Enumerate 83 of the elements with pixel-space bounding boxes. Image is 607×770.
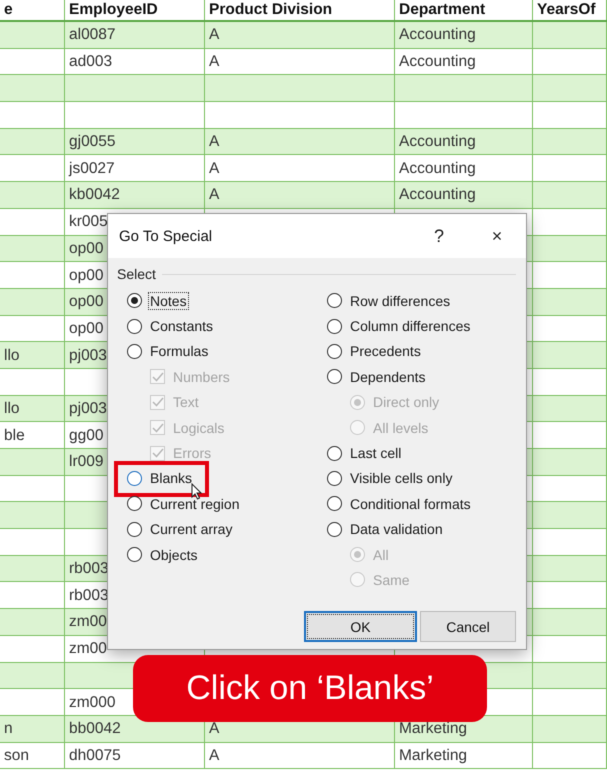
radio-button[interactable] [327, 496, 342, 512]
option-label[interactable]: Current region [148, 494, 242, 513]
table-cell: zm00 [69, 613, 107, 630]
help-button[interactable]: ? [410, 214, 468, 258]
table-cell: op00 [69, 240, 104, 257]
cancel-button[interactable]: Cancel [420, 611, 516, 642]
option-label[interactable]: Visible cells only [348, 469, 454, 488]
table-cell: llo [4, 346, 20, 364]
table-cell: A [209, 133, 220, 150]
table-cell: A [209, 746, 220, 764]
dialog-title: Go To Special [119, 228, 214, 244]
cursor-icon [191, 482, 202, 500]
table-cell: Marketing [399, 746, 468, 764]
table-cell: gj0055 [69, 133, 116, 150]
table-cell: kr005 [69, 213, 108, 230]
table-cell: son [4, 746, 29, 764]
option-label[interactable]: Dependents [348, 368, 428, 386]
radio-button[interactable] [327, 470, 342, 486]
table-cell: al0087 [69, 26, 116, 44]
table-cell: bb0042 [69, 720, 121, 738]
column-header: e [4, 1, 13, 19]
table-cell: lr009 [69, 453, 104, 470]
radio-button[interactable] [127, 470, 142, 486]
option-label[interactable]: Row differences [348, 292, 452, 310]
table-cell: llo [4, 400, 20, 417]
column-header: YearsOf [537, 1, 596, 19]
table-cell: op00 [69, 320, 104, 337]
option-label[interactable]: Column differences [348, 317, 472, 336]
table-cell: Accounting [399, 133, 476, 150]
table-cell: ble [4, 426, 25, 444]
table-cell: Accounting [399, 160, 476, 177]
radio-button[interactable] [327, 318, 342, 334]
option-label[interactable]: Last cell [348, 444, 404, 462]
radio-button[interactable] [327, 446, 342, 461]
table-cell: gg00 [69, 426, 104, 444]
radio-button[interactable] [327, 522, 342, 537]
table-cell: A [209, 26, 220, 44]
table-cell: pj003 [69, 346, 107, 364]
radio-button[interactable] [127, 522, 142, 537]
table-cell: rb003 [69, 586, 109, 604]
radio-button[interactable] [127, 318, 142, 334]
table-cell: zm000 [69, 694, 116, 711]
radio-button[interactable] [327, 369, 342, 384]
table-cell: zm00 [69, 640, 107, 658]
radio-button[interactable] [127, 344, 142, 359]
column-header: Department [399, 1, 486, 19]
table-cell: Accounting [399, 186, 476, 204]
option-label[interactable]: Conditional formats [348, 494, 473, 513]
option-label[interactable]: Blanks [148, 469, 194, 488]
table-cell: A [209, 720, 220, 738]
radio-button[interactable] [127, 496, 142, 512]
table-cell: dh0075 [69, 746, 121, 764]
table-cell: js0027 [69, 160, 115, 177]
ok-button[interactable]: OK [304, 611, 417, 642]
group-label: Select [117, 266, 156, 282]
column-header: EmployeeID [69, 1, 158, 19]
table-cell: Accounting [399, 53, 476, 70]
table-cell: ad003 [69, 53, 112, 70]
table-cell: kb0042 [69, 186, 120, 204]
table-cell: op00 [69, 293, 104, 310]
option-label[interactable]: Formulas [148, 342, 210, 360]
radio-button[interactable] [127, 547, 142, 562]
caption-banner: Click on ‘Blanks’ [133, 655, 487, 722]
option-label[interactable]: Data validation [348, 520, 445, 538]
option-label[interactable]: Current array [148, 520, 234, 538]
option-label[interactable]: Precedents [348, 342, 423, 360]
option-label[interactable]: Constants [148, 317, 216, 336]
table-cell: rb003 [69, 560, 109, 578]
radio-button[interactable] [327, 293, 342, 308]
radio-button[interactable] [327, 344, 342, 359]
table-cell: Accounting [399, 26, 476, 44]
column-header: Product Division [209, 1, 332, 19]
table-cell: pj003 [69, 400, 107, 417]
table-cell: A [209, 53, 220, 70]
table-cell: A [209, 186, 220, 204]
table-cell: A [209, 160, 220, 177]
radio-button[interactable] [127, 293, 142, 308]
option-label[interactable]: Notes [148, 292, 189, 310]
option-label[interactable]: Objects [148, 546, 200, 564]
table-cell: op00 [69, 266, 104, 284]
table-cell: n [4, 720, 13, 738]
table-cell: Marketing [399, 720, 468, 738]
close-button[interactable]: × [468, 214, 526, 258]
